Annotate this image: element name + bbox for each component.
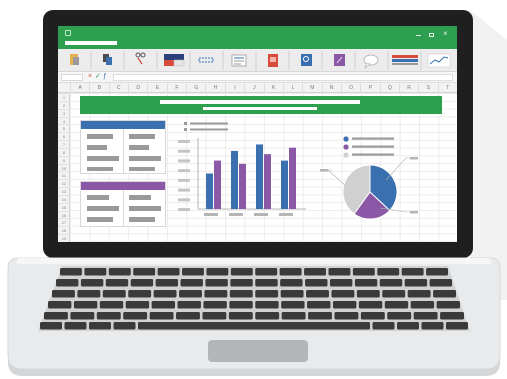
keyboard-key[interactable] bbox=[377, 268, 400, 276]
keyboard-key[interactable] bbox=[379, 279, 403, 287]
keyboard-key[interactable] bbox=[228, 312, 253, 320]
keyboard-key[interactable] bbox=[229, 290, 253, 298]
keyboard[interactable] bbox=[0, 0, 507, 379]
keyboard-key[interactable] bbox=[203, 301, 227, 309]
keyboard-key[interactable] bbox=[404, 279, 428, 287]
space-bar[interactable] bbox=[138, 322, 370, 330]
keyboard-key[interactable] bbox=[255, 279, 278, 287]
keyboard-key[interactable] bbox=[155, 279, 179, 287]
keyboard-key[interactable] bbox=[177, 301, 201, 309]
keyboard-key[interactable] bbox=[332, 301, 357, 309]
keyboard-key[interactable] bbox=[356, 290, 380, 298]
keyboard-key[interactable] bbox=[281, 301, 305, 309]
keyboard-key[interactable] bbox=[113, 322, 136, 330]
keyboard-key[interactable] bbox=[89, 322, 111, 330]
keyboard-key[interactable] bbox=[130, 279, 154, 287]
keyboard-key[interactable] bbox=[229, 301, 253, 309]
keyboard-key[interactable] bbox=[436, 301, 460, 309]
keyboard-key[interactable] bbox=[429, 279, 452, 287]
keyboard-key[interactable] bbox=[204, 290, 228, 298]
keyboard-key[interactable] bbox=[426, 268, 448, 276]
keyboard-key[interactable] bbox=[407, 290, 431, 298]
keyboard-key[interactable] bbox=[70, 312, 95, 320]
keyboard-key[interactable] bbox=[206, 268, 229, 276]
keyboard-key[interactable] bbox=[255, 312, 280, 320]
keyboard-key[interactable] bbox=[413, 312, 438, 320]
keyboard-key[interactable] bbox=[149, 312, 174, 320]
keyboard-key[interactable] bbox=[60, 268, 82, 276]
keyboard-key[interactable] bbox=[401, 268, 424, 276]
keyboard-key[interactable] bbox=[372, 322, 395, 330]
keyboard-key[interactable] bbox=[102, 290, 126, 298]
keyboard-key[interactable] bbox=[123, 312, 148, 320]
keyboard-key[interactable] bbox=[358, 301, 383, 309]
keyboard-key[interactable] bbox=[202, 312, 227, 320]
keyboard-key[interactable] bbox=[64, 322, 87, 330]
keyboard-key[interactable] bbox=[397, 322, 419, 330]
keyboard-key[interactable] bbox=[153, 290, 177, 298]
keyboard-key[interactable] bbox=[334, 312, 359, 320]
keyboard-key[interactable] bbox=[446, 322, 468, 330]
keyboard-key[interactable] bbox=[329, 279, 353, 287]
keyboard-key[interactable] bbox=[328, 268, 351, 276]
keyboard-key[interactable] bbox=[182, 268, 204, 276]
keyboard-key[interactable] bbox=[133, 268, 156, 276]
keyboard-key[interactable] bbox=[440, 312, 464, 320]
keyboard-key[interactable] bbox=[279, 268, 302, 276]
keyboard-key[interactable] bbox=[48, 301, 72, 309]
keyboard-key[interactable] bbox=[52, 290, 75, 298]
keyboard-key[interactable] bbox=[410, 301, 435, 309]
keyboard-key[interactable] bbox=[80, 279, 104, 287]
keyboard-key[interactable] bbox=[180, 279, 203, 287]
keyboard-key[interactable] bbox=[84, 268, 107, 276]
keyboard-key[interactable] bbox=[308, 312, 332, 320]
keyboard-key[interactable] bbox=[304, 268, 326, 276]
keyboard-key[interactable] bbox=[433, 290, 456, 298]
keyboard-key[interactable] bbox=[205, 279, 228, 287]
keyboard-key[interactable] bbox=[280, 290, 304, 298]
keyboard-key[interactable] bbox=[331, 290, 355, 298]
keyboard-key[interactable] bbox=[73, 301, 98, 309]
keyboard-key[interactable] bbox=[281, 312, 306, 320]
keyboard-key[interactable] bbox=[307, 301, 331, 309]
keyboard-key[interactable] bbox=[255, 301, 279, 309]
keyboard-key[interactable] bbox=[387, 312, 412, 320]
keyboard-key[interactable] bbox=[99, 301, 124, 309]
keyboard-key[interactable] bbox=[382, 290, 406, 298]
keyboard-key[interactable] bbox=[105, 279, 129, 287]
keyboard-key[interactable] bbox=[280, 279, 303, 287]
keyboard-key[interactable] bbox=[306, 290, 329, 298]
keyboard-key[interactable] bbox=[40, 322, 62, 330]
keyboard-key[interactable] bbox=[305, 279, 328, 287]
keyboard-key[interactable] bbox=[56, 279, 79, 287]
keyboard-key[interactable] bbox=[108, 268, 131, 276]
keyboard-key[interactable] bbox=[354, 279, 378, 287]
keyboard-key[interactable] bbox=[77, 290, 101, 298]
keyboard-key[interactable] bbox=[421, 322, 444, 330]
keyboard-key[interactable] bbox=[352, 268, 375, 276]
keyboard-key[interactable] bbox=[44, 312, 68, 320]
keyboard-key[interactable] bbox=[179, 290, 202, 298]
keyboard-key[interactable] bbox=[96, 312, 121, 320]
keyboard-key[interactable] bbox=[157, 268, 180, 276]
keyboard-key[interactable] bbox=[384, 301, 409, 309]
keyboard-key[interactable] bbox=[230, 268, 253, 276]
keyboard-key[interactable] bbox=[151, 301, 176, 309]
keyboard-key[interactable] bbox=[255, 290, 279, 298]
keyboard-key[interactable] bbox=[360, 312, 385, 320]
keyboard-key[interactable] bbox=[125, 301, 150, 309]
keyboard-key[interactable] bbox=[255, 268, 278, 276]
keyboard-key[interactable] bbox=[128, 290, 152, 298]
keyboard-key[interactable] bbox=[230, 279, 253, 287]
keyboard-key[interactable] bbox=[176, 312, 200, 320]
